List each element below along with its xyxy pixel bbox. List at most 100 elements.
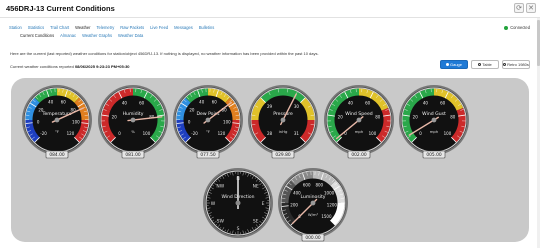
title-divider xyxy=(0,17,540,18)
gauge-tick-label: 40 xyxy=(48,100,54,105)
gauge-tick-label: 100 xyxy=(143,131,151,136)
gauge-tick-label: 60 xyxy=(440,101,446,106)
gauge-tick-label: -20 xyxy=(40,131,47,136)
radio-icon xyxy=(445,63,449,66)
gauge-tick-label: 29 xyxy=(267,104,273,109)
tab-telemetry[interactable]: Telemetry xyxy=(97,25,115,30)
gauge-tick-label: 1200 xyxy=(327,203,338,208)
gauge-tick-label: 20 xyxy=(338,115,344,120)
gauge-tick-label: 20 xyxy=(189,107,195,112)
gauge-readout: 077.50 xyxy=(200,152,216,158)
gauge-tick-label: 60 xyxy=(139,101,145,106)
tab-bulletins[interactable]: Bulletins xyxy=(199,25,214,30)
tab-messages[interactable]: Messages xyxy=(174,25,193,30)
title-bar: 456DRJ-13 Current Conditions ⟳ ✕ xyxy=(0,0,540,16)
gauge-label: Pressure xyxy=(273,111,293,117)
gauge-tick-label: 100 xyxy=(223,120,231,125)
gauge-tick-label: 60 xyxy=(212,100,218,105)
gauge-unit: °F xyxy=(206,129,210,134)
subtab-weather-graphs[interactable]: Weather Graphs xyxy=(82,33,112,38)
compass-label: NW xyxy=(216,183,224,189)
gauge-wind-speed: 02040 6080100Wind Speedmph002.00 xyxy=(324,85,394,159)
gauge-unit: inHg xyxy=(279,129,288,134)
gauge-label: Wind Speed xyxy=(345,111,372,117)
gauge-unit: °F xyxy=(55,129,59,134)
gauge-hub xyxy=(356,117,362,123)
gauge-luminosity: 0200400600800100012001500LuminosityW/m²0… xyxy=(278,168,348,242)
tab-live-feed[interactable]: Live Feed xyxy=(150,25,168,30)
gauge-tick-label: 0 xyxy=(118,131,121,136)
status-label: Connected xyxy=(510,25,530,30)
gauge-readout: 000.00 xyxy=(305,235,321,241)
gauge-tick-label: 100 xyxy=(444,131,452,136)
view-toggle: Gauge Table Retro 1980s xyxy=(440,60,530,69)
gauge-tick-label: 0 xyxy=(419,131,422,136)
gauge-tick-label: 30 xyxy=(294,104,300,109)
connection-status: Connected xyxy=(504,25,530,30)
gauge-tick-label: 40 xyxy=(122,101,128,106)
gauge-tick-label: 28 xyxy=(267,131,273,136)
gauge-humidity: 02040 6080100Humidity%081.00 xyxy=(98,85,168,159)
gauge-tick-label: 40 xyxy=(423,101,429,106)
gauge-tick-label: 60 xyxy=(61,100,67,105)
gauge-unit: % xyxy=(131,129,135,134)
gauge-tick-label: 800 xyxy=(315,183,323,188)
page-title: 456DRJ-13 Current Conditions xyxy=(6,4,115,13)
gauge-tick-label: 20 xyxy=(112,115,118,120)
view-button-label: Retro 1980s xyxy=(507,62,529,67)
reported-time: 08/06/2025 9:23:23 PM+05:30 xyxy=(74,64,130,69)
gauge-hub xyxy=(310,200,316,206)
gauge-tick-label: 100 xyxy=(72,120,80,125)
gauge-unit: mph xyxy=(355,129,364,134)
gauge-label: Wind Gust xyxy=(422,111,446,117)
gauge-label: Luminosity xyxy=(300,194,325,200)
compass-label: SW xyxy=(217,219,225,225)
compass-label: E xyxy=(262,201,265,207)
view-button-label: Table xyxy=(482,62,492,67)
gauge-temperature: -2002040 6080100120Temperature°F084.00 xyxy=(22,85,92,159)
main-tabs: Station Statistics Trail Chart Weather Telem… xyxy=(9,25,214,30)
view-gauge-button[interactable]: Gauge xyxy=(440,60,468,69)
view-retro-1980s-button[interactable]: Retro 1980s xyxy=(502,60,530,69)
compass-label: SE xyxy=(253,219,259,225)
subtab-weather-data[interactable]: Weather Data xyxy=(118,33,143,38)
gauge-hub xyxy=(54,117,60,123)
view-table-button[interactable]: Table xyxy=(471,60,499,69)
subtab-current-conditions[interactable]: Current Conditions xyxy=(20,33,54,38)
refresh-icon[interactable]: ⟳ xyxy=(514,3,524,13)
gauge-readout: 081.00 xyxy=(125,152,141,158)
gauge-tick-label: 60 xyxy=(365,101,371,106)
subtab-almanac[interactable]: Almanac xyxy=(60,33,76,38)
tab-statistics[interactable]: Statistics xyxy=(28,25,44,30)
gauge-tick-label: 600 xyxy=(303,183,311,188)
gauge-unit: mph xyxy=(430,129,439,134)
gauge-readout: 005.00 xyxy=(426,152,442,158)
gauge-tick-label: -20 xyxy=(191,131,198,136)
tab-trail-chart[interactable]: Trail Chart xyxy=(50,25,69,30)
close-icon[interactable]: ✕ xyxy=(526,3,536,13)
gauge-unit: W/m² xyxy=(308,212,319,217)
gauge-tick-label: 200 xyxy=(290,203,298,208)
gauge-tick-label: 0 xyxy=(37,120,40,125)
tab-raw-packets[interactable]: Raw Packets xyxy=(120,25,144,30)
tab-station[interactable]: Station xyxy=(9,25,22,30)
gauge-readout: 084.00 xyxy=(49,152,65,158)
gauge-hub xyxy=(130,117,136,123)
gauge-wind-gust: 0 20 40 60 80 100 Wind Gust mph 005.00 xyxy=(399,85,469,159)
gauge-label: Humidity xyxy=(123,111,144,117)
gauge-tick-label: 31 xyxy=(294,131,300,136)
view-button-label: Gauge xyxy=(449,62,462,67)
radio-icon xyxy=(478,63,482,66)
gauge-tick-label: 40 xyxy=(199,100,205,105)
sub-tabs: Current Conditions Almanac Weather Graphs W… xyxy=(20,33,143,38)
window-controls: ⟳ ✕ xyxy=(514,3,536,13)
compass-label: W xyxy=(211,201,216,207)
gauge-hub xyxy=(431,117,437,123)
gauge-tick-label: 1000 xyxy=(324,190,335,195)
gauge-hub xyxy=(205,117,211,123)
gauge-tick-label: 80 xyxy=(450,115,456,120)
gauge-tick-label: 80 xyxy=(375,115,381,120)
gauge-tick-label: 1500 xyxy=(321,214,332,219)
gauge-pressure: 28 29 30 31 Pressure inHg 029.80 xyxy=(248,85,318,159)
tab-weather[interactable]: Weather xyxy=(75,25,90,30)
